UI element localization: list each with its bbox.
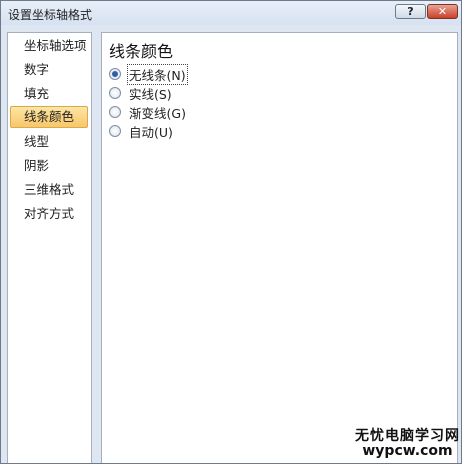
panel-title: 线条颜色 bbox=[109, 42, 174, 61]
site-watermark: 无忧电脑学习网 wypcw.com bbox=[355, 429, 460, 459]
option-automatic-label[interactable]: 自动(U) bbox=[128, 122, 174, 141]
category-list: 坐标轴选项 数字 填充 线条颜色 线型 阴影 三维格式 对齐方式 bbox=[7, 32, 92, 463]
radio-gradient-line[interactable] bbox=[109, 106, 121, 118]
nav-item-alignment[interactable]: 对齐方式 bbox=[10, 203, 88, 225]
line-color-panel: 线条颜色 无线条(N) 实线(S) 渐变线(G) 自动(U) bbox=[101, 32, 458, 463]
nav-item-axis-options[interactable]: 坐标轴选项 bbox=[10, 35, 88, 57]
option-no-line-label[interactable]: 无线条(N) bbox=[127, 63, 188, 85]
nav-item-shadow[interactable]: 阴影 bbox=[10, 155, 88, 177]
title-bar: 设置坐标轴格式 ? ✕ bbox=[1, 1, 461, 25]
dialog-title: 设置坐标轴格式 bbox=[8, 8, 93, 22]
nav-item-line-color[interactable]: 线条颜色 bbox=[10, 106, 88, 128]
format-axis-dialog: 设置坐标轴格式 ? ✕ 坐标轴选项 数字 填充 线条颜色 线型 阴影 三维格式 … bbox=[0, 0, 462, 464]
radio-solid-line[interactable] bbox=[109, 87, 121, 99]
close-button[interactable]: ✕ bbox=[427, 4, 458, 19]
nav-item-3d-format[interactable]: 三维格式 bbox=[10, 179, 88, 201]
option-automatic[interactable]: 自动(U) bbox=[109, 122, 174, 140]
option-no-line[interactable]: 无线条(N) bbox=[109, 63, 188, 85]
nav-item-fill[interactable]: 填充 bbox=[10, 83, 88, 105]
option-gradient-line[interactable]: 渐变线(G) bbox=[109, 103, 187, 121]
radio-no-line[interactable] bbox=[109, 68, 121, 80]
nav-item-line-style[interactable]: 线型 bbox=[10, 131, 88, 153]
option-gradient-line-label[interactable]: 渐变线(G) bbox=[128, 103, 187, 122]
option-solid-line-label[interactable]: 实线(S) bbox=[128, 84, 173, 103]
radio-automatic[interactable] bbox=[109, 125, 121, 137]
help-button[interactable]: ? bbox=[395, 4, 426, 19]
option-solid-line[interactable]: 实线(S) bbox=[109, 84, 173, 102]
watermark-line2: wypcw.com bbox=[362, 443, 453, 459]
help-icon: ? bbox=[407, 5, 414, 18]
nav-item-number[interactable]: 数字 bbox=[10, 59, 88, 81]
close-icon: ✕ bbox=[437, 5, 448, 18]
watermark-line1: 无忧电脑学习网 bbox=[355, 428, 460, 444]
